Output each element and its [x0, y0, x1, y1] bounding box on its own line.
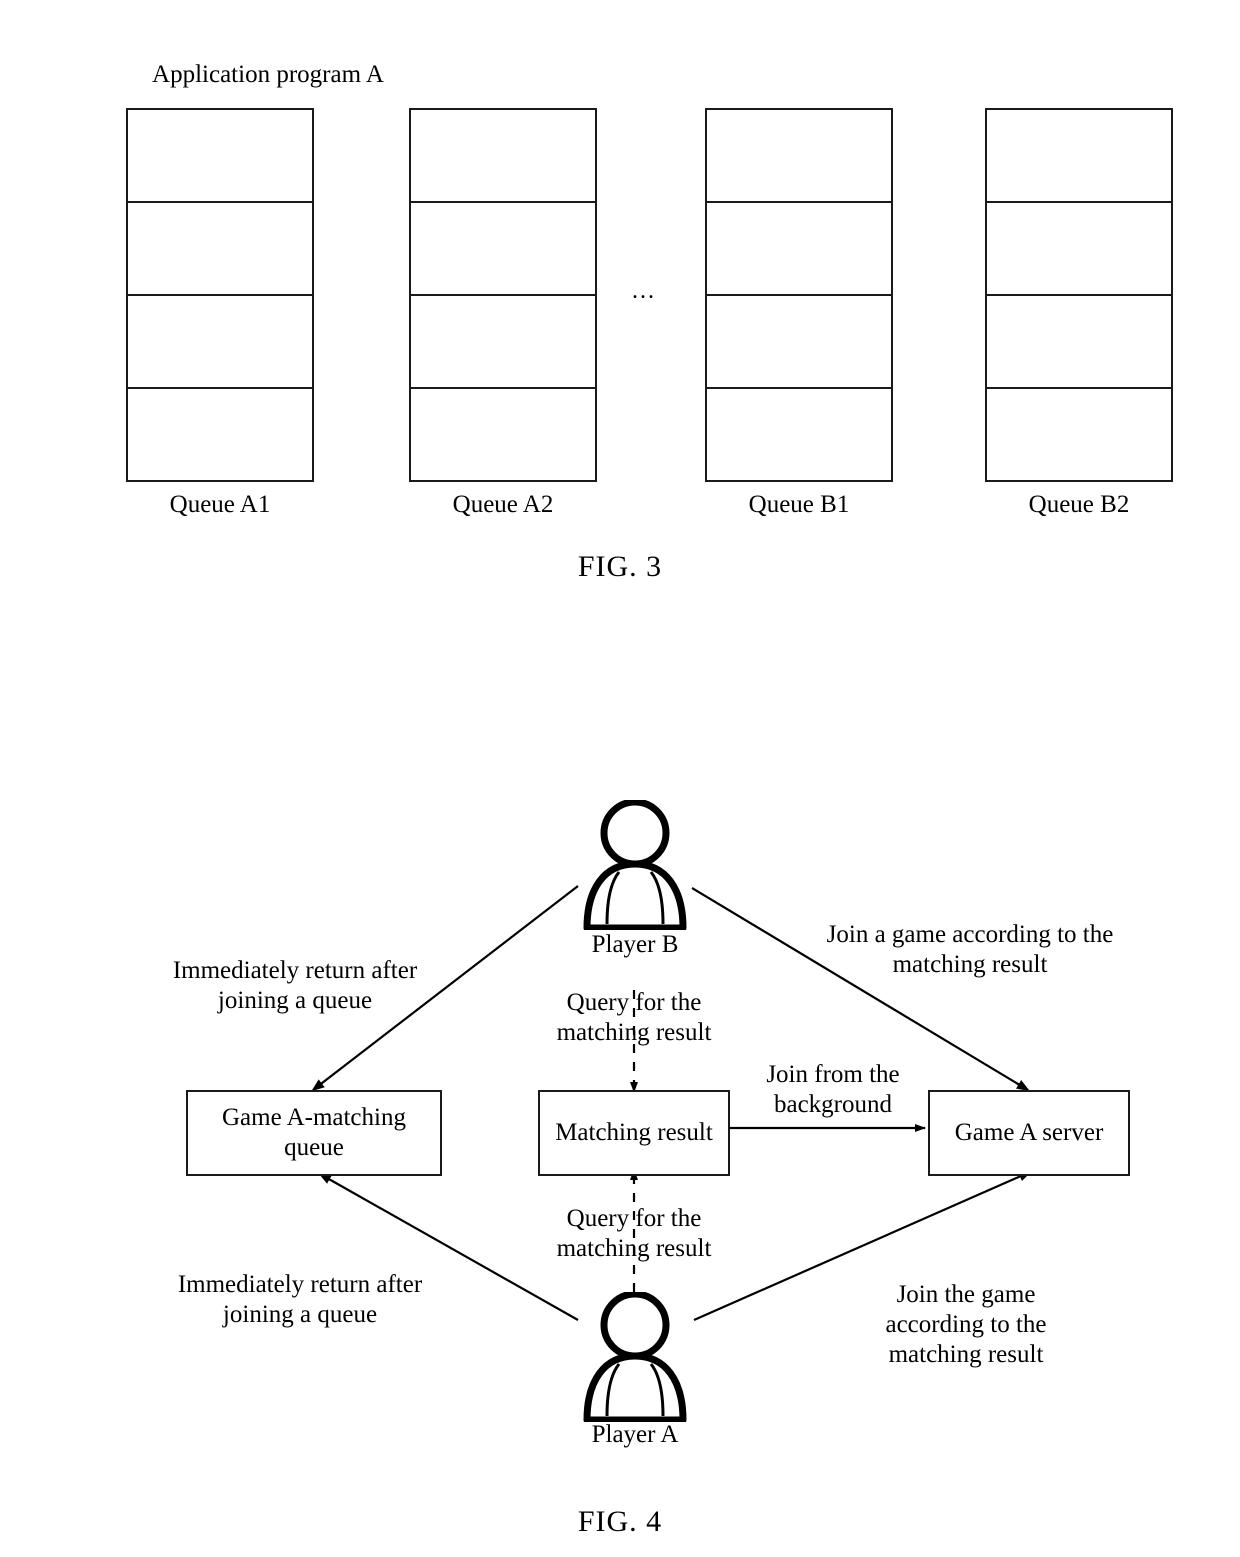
figure-3: Application program A Queue A1 Queue A2 …: [0, 0, 1240, 620]
queue-label-a1: Queue A1: [169, 491, 271, 518]
player-b-label: Player B: [591, 931, 679, 958]
edge-label-join-game-bottom: Join the game according to the matching …: [885, 1281, 1047, 1368]
application-program-a-title: Application program A: [152, 61, 384, 88]
queue-label-a2: Queue A2: [452, 491, 554, 518]
player-b-avatar: [575, 798, 695, 932]
node-matching-result-label: Matching result: [555, 1119, 713, 1146]
edge-label-join-background: Join from the background: [766, 1061, 900, 1118]
queue-cell: [707, 296, 891, 389]
queue-cell: [987, 203, 1171, 296]
queue-cell: [707, 203, 891, 296]
person-icon: [583, 1290, 687, 1424]
edge-label-query-result-top: Query for the matching result: [556, 989, 712, 1046]
player-a-avatar: [575, 1290, 695, 1424]
queue-cell: [411, 389, 595, 481]
edge-label-query-result-bottom: Query for the matching result: [556, 1205, 712, 1262]
node-matching-queue[interactable]: Game A-matching queue: [186, 1090, 442, 1176]
queue-cell: [411, 203, 595, 296]
queue-cell: [987, 296, 1171, 389]
ellipsis: ...: [632, 278, 656, 304]
figure-4: Player B Player A Game A-matching queue …: [0, 620, 1240, 1557]
edge-label-immediate-return-bottom: Immediately return after joining a queue: [177, 1271, 423, 1328]
queue-cell: [128, 110, 312, 203]
queue-cell: [707, 389, 891, 481]
edge-label-immediate-return-top: Immediately return after joining a queue: [172, 957, 418, 1014]
queue-box-b1: [705, 108, 893, 482]
edge-label-join-game-top: Join a game according to the matching re…: [826, 921, 1114, 978]
node-matching-result[interactable]: Matching result: [538, 1090, 730, 1176]
figure-4-caption: FIG. 4: [577, 1505, 663, 1538]
queue-box-a2: [409, 108, 597, 482]
queue-cell: [987, 389, 1171, 481]
queue-cell: [128, 203, 312, 296]
player-a-label: Player A: [591, 1421, 679, 1448]
queue-cell: [411, 110, 595, 203]
queue-box-b2: [985, 108, 1173, 482]
queue-cell: [707, 110, 891, 203]
queue-cell: [987, 110, 1171, 203]
figure-3-caption: FIG. 3: [577, 550, 663, 583]
node-game-server-label: Game A server: [954, 1119, 1104, 1146]
queue-label-b2: Queue B2: [1028, 491, 1130, 518]
node-game-server[interactable]: Game A server: [928, 1090, 1130, 1176]
person-icon: [583, 798, 687, 932]
queue-box-a1: [126, 108, 314, 482]
queue-cell: [128, 296, 312, 389]
node-matching-queue-label: Game A-matching queue: [222, 1104, 406, 1161]
queue-cell: [411, 296, 595, 389]
queue-label-b1: Queue B1: [748, 491, 850, 518]
queue-cell: [128, 389, 312, 481]
